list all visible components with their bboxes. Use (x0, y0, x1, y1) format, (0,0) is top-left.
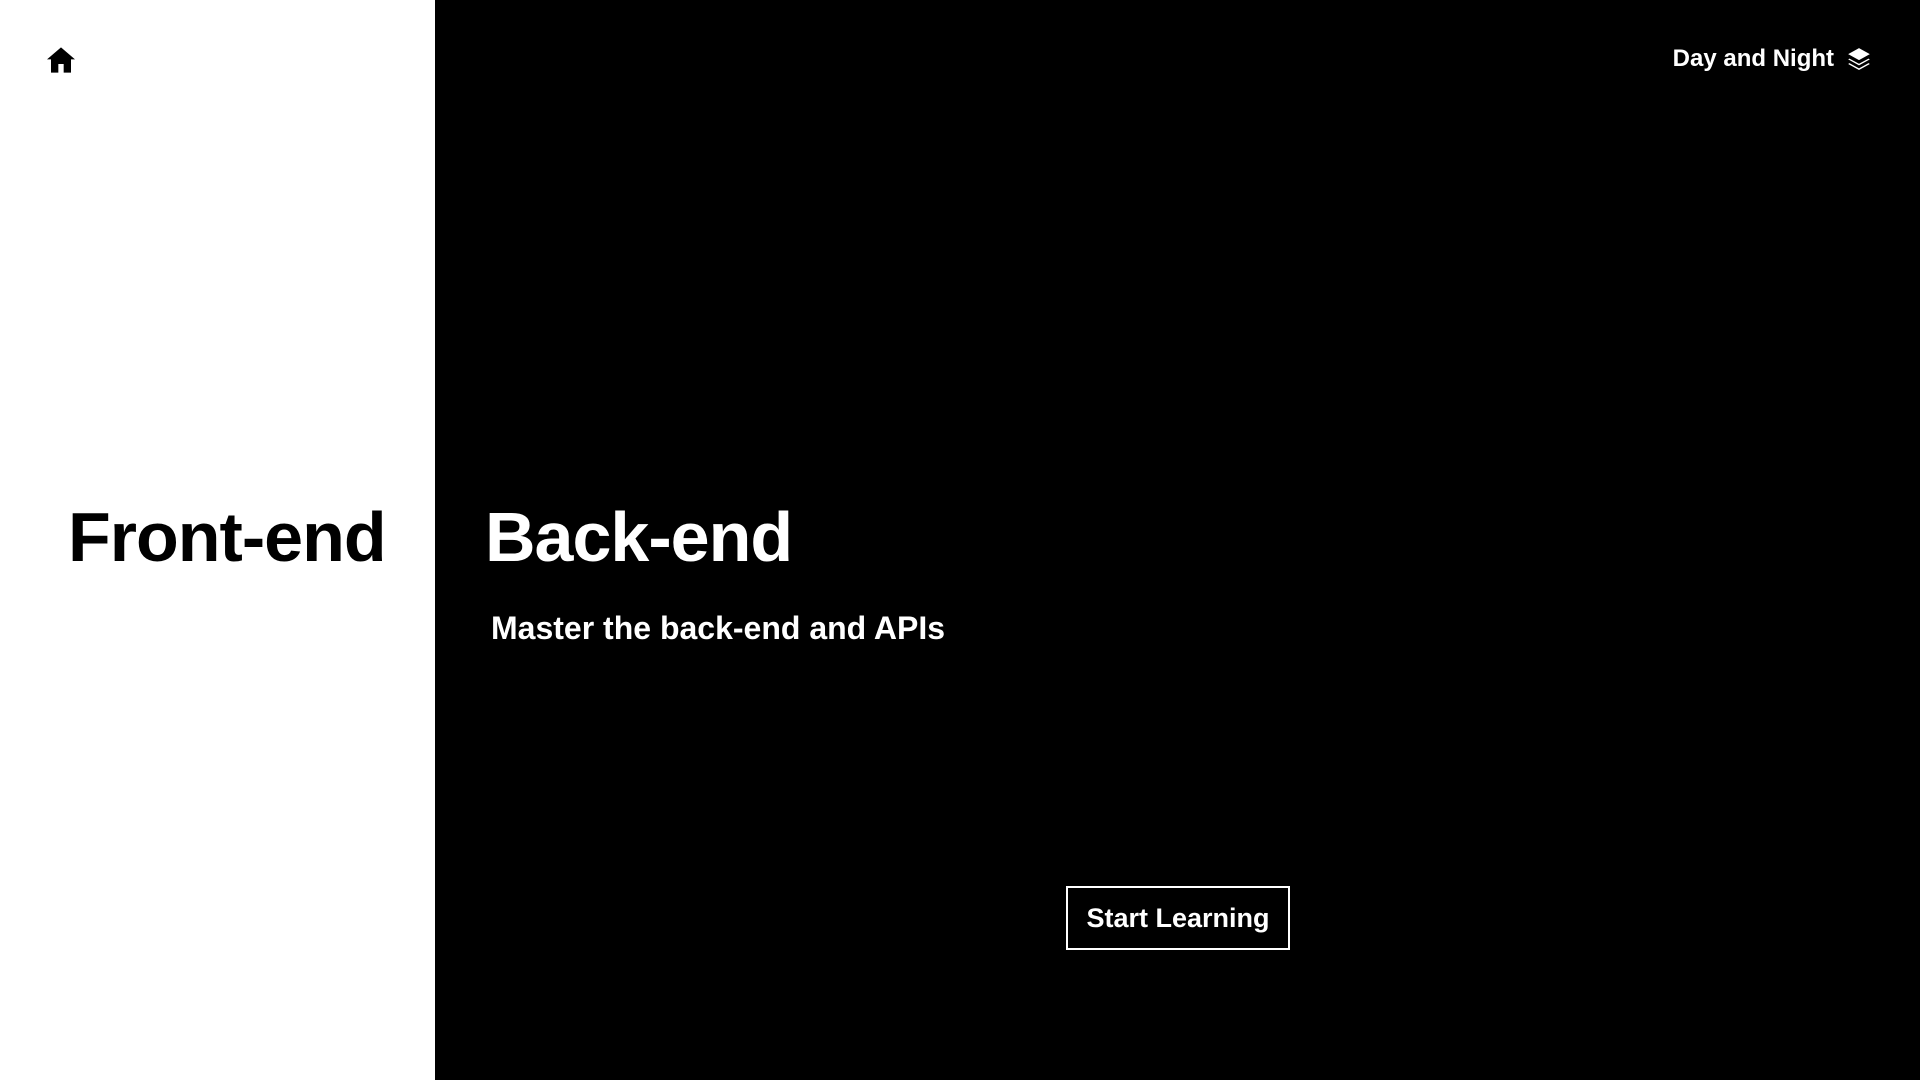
front-end-panel[interactable]: Front-end (0, 0, 435, 1080)
front-end-title[interactable]: Front-end (68, 492, 387, 582)
day-night-toggle[interactable]: Day and Night (1673, 42, 1872, 76)
back-end-subtitle: Master the back-end and APIs (491, 610, 946, 646)
start-learning-button[interactable]: Start Learning (1066, 886, 1290, 950)
back-end-title: Back-end (485, 498, 793, 576)
day-night-toggle-label: Day and Night (1672, 45, 1834, 72)
page: Front-end Day and Night Back-end Master … (0, 0, 1920, 1080)
home-button[interactable] (44, 44, 78, 76)
home-icon (44, 44, 78, 76)
back-end-panel: Day and Night Back-end Master the back-e… (435, 0, 1920, 1080)
layers-icon (1846, 46, 1872, 72)
